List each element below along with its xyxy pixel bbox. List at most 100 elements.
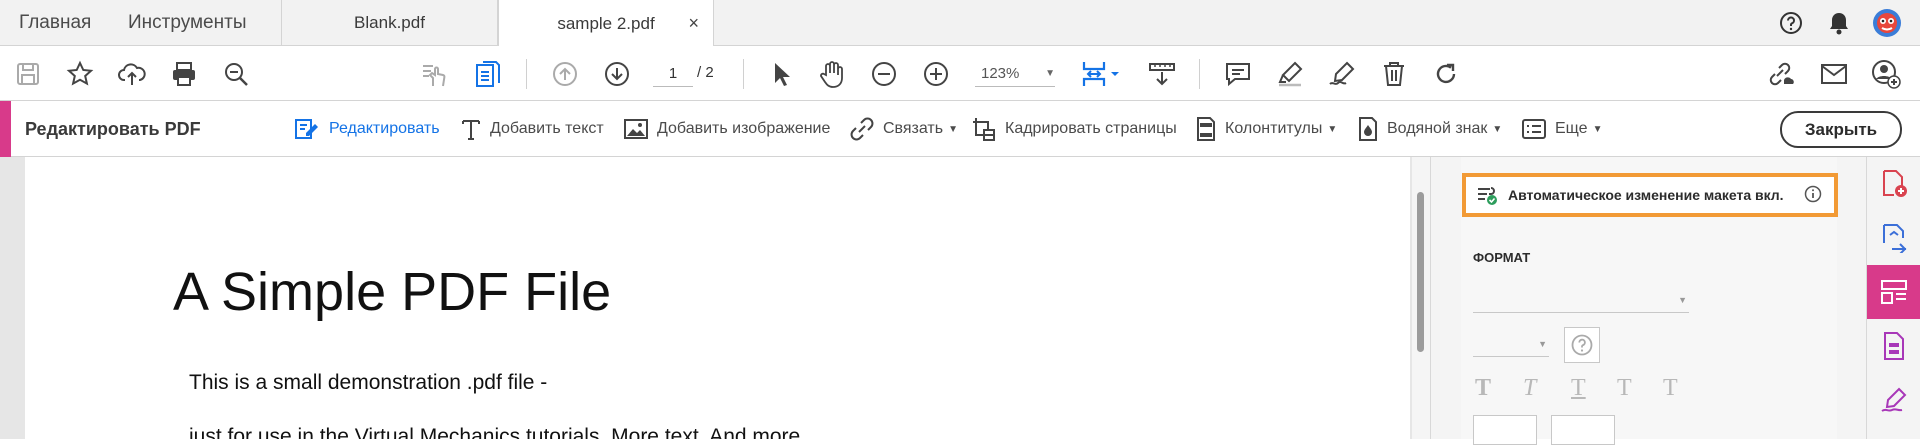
- organize-pages-icon[interactable]: [1867, 319, 1920, 373]
- tab-document-blank[interactable]: Blank.pdf: [281, 0, 498, 46]
- underline-text-button[interactable]: T: [1571, 375, 1586, 402]
- image-icon: [624, 119, 648, 139]
- edit-pdf-icon[interactable]: [1867, 265, 1920, 319]
- subscript-text-button[interactable]: T: [1663, 375, 1678, 402]
- chevron-down-icon: ▼: [1538, 339, 1547, 349]
- edit-toolbar: Редактировать PDF Редактировать Добавить…: [0, 101, 1920, 157]
- font-size-select[interactable]: ▼: [1473, 333, 1549, 357]
- select-arrow-icon[interactable]: [765, 58, 797, 90]
- zoom-out-icon[interactable]: [868, 58, 900, 90]
- vertical-scrollbar[interactable]: [1412, 157, 1430, 439]
- save-icon[interactable]: [12, 58, 44, 90]
- link-icon: [850, 117, 874, 141]
- toolbar-separator: [526, 59, 527, 89]
- font-family-select[interactable]: ▼: [1473, 289, 1689, 313]
- numbered-list-select[interactable]: [1551, 415, 1615, 445]
- auto-reflow-label: Автоматическое изменение макета вкл.: [1508, 187, 1784, 203]
- page-total: / 2: [697, 64, 714, 81]
- bullet-list-select[interactable]: [1473, 415, 1537, 445]
- export-pdf-icon[interactable]: [1867, 211, 1920, 265]
- hand-tool-icon[interactable]: [816, 58, 848, 90]
- add-user-icon[interactable]: [1870, 58, 1902, 90]
- toolbar-separator: [743, 59, 744, 89]
- tab-home-label: Главная: [19, 12, 92, 33]
- pdf-paragraph: just for use in the Virtual Mechanics tu…: [189, 425, 801, 439]
- crop-pages-button[interactable]: Кадрировать страницы: [971, 115, 1177, 143]
- info-icon[interactable]: [1804, 185, 1822, 206]
- crop-pages-label: Кадрировать страницы: [1005, 120, 1177, 137]
- main-toolbar: / 2 123% ▼: [0, 46, 1920, 101]
- sign-icon[interactable]: [1326, 58, 1358, 90]
- cloud-upload-icon[interactable]: [116, 58, 148, 90]
- close-button[interactable]: Закрыть: [1780, 111, 1902, 148]
- tab-tools-label: Инструменты: [128, 12, 247, 33]
- zoom-value: 123%: [981, 65, 1020, 82]
- zoom-select[interactable]: 123% ▼: [975, 61, 1055, 87]
- help-icon[interactable]: [1776, 8, 1806, 38]
- bold-text-button[interactable]: T: [1475, 375, 1491, 402]
- email-icon[interactable]: [1818, 58, 1850, 90]
- rotate-icon[interactable]: [1430, 58, 1462, 90]
- zoom-search-icon[interactable]: [220, 58, 252, 90]
- prev-page-icon[interactable]: [549, 58, 581, 90]
- text-icon: [462, 120, 480, 140]
- chevron-down-icon: ▼: [1592, 123, 1603, 135]
- tab-bar: Главная Инструменты Blank.pdf sample 2.p…: [0, 0, 1920, 47]
- format-panel: Автоматическое изменение макета вкл. ФОР…: [1430, 157, 1866, 445]
- create-pdf-icon[interactable]: [1867, 157, 1920, 211]
- format-section-label: ФОРМАТ: [1473, 250, 1531, 265]
- share-link-icon[interactable]: [1764, 58, 1796, 90]
- add-text-button[interactable]: Добавить текст: [460, 115, 604, 143]
- header-footer-button[interactable]: Колонтитулы ▼: [1195, 115, 1337, 143]
- watermark-button[interactable]: Водяной знак ▼: [1357, 115, 1502, 143]
- tab-tools[interactable]: Инструменты: [128, 0, 246, 46]
- avatar[interactable]: [1872, 8, 1902, 38]
- auto-reflow-toggle[interactable]: Автоматическое изменение макета вкл.: [1462, 173, 1838, 217]
- pdf-page[interactable]: A Simple PDF File This is a small demons…: [25, 157, 1410, 439]
- print-icon[interactable]: [168, 58, 200, 90]
- pdf-title: A Simple PDF File: [173, 262, 612, 322]
- fill-sign-icon[interactable]: [1867, 373, 1920, 427]
- chevron-down-icon: ▼: [948, 123, 958, 135]
- crop-icon: [973, 118, 995, 141]
- edit-toolbar-title: Редактировать PDF: [25, 119, 201, 139]
- watermark-label: Водяной знак: [1387, 120, 1488, 137]
- edit-button-label: Редактировать: [329, 120, 440, 137]
- chevron-down-icon: ▼: [1045, 68, 1055, 79]
- tab-home[interactable]: Главная: [19, 0, 91, 46]
- chevron-down-icon: ▼: [1678, 295, 1687, 305]
- tab-document-label: sample 2.pdf: [557, 13, 655, 33]
- next-page-icon[interactable]: [601, 58, 633, 90]
- page-number-input[interactable]: [653, 61, 693, 87]
- superscript-text-button[interactable]: T: [1617, 375, 1632, 402]
- add-image-button[interactable]: Добавить изображение: [623, 115, 830, 143]
- link-label: Связать: [883, 120, 944, 137]
- toolbar-separator: [1199, 59, 1200, 89]
- chevron-down-icon: ▼: [1492, 123, 1503, 135]
- chevron-down-icon: ▼: [1327, 123, 1338, 135]
- touch-mode-icon[interactable]: [418, 58, 450, 90]
- list-icon: [1522, 119, 1546, 139]
- close-icon[interactable]: ×: [688, 13, 699, 34]
- scroll-mode-icon[interactable]: [1146, 58, 1178, 90]
- help-icon[interactable]: [1564, 327, 1600, 363]
- trash-icon[interactable]: [1378, 58, 1410, 90]
- bell-icon[interactable]: [1824, 8, 1854, 38]
- link-button[interactable]: Связать ▼: [849, 115, 958, 143]
- edit-button[interactable]: Редактировать: [293, 115, 440, 143]
- document-edit-icon[interactable]: [472, 58, 504, 90]
- italic-text-button[interactable]: T: [1523, 375, 1536, 402]
- fit-page-icon[interactable]: [1078, 58, 1124, 90]
- pdf-paragraph: This is a small demonstration .pdf file …: [189, 371, 548, 394]
- tab-document-sample2[interactable]: sample 2.pdf ×: [498, 0, 714, 47]
- add-text-label: Добавить текст: [490, 120, 604, 137]
- more-button[interactable]: Еще ▼: [1521, 115, 1602, 143]
- zoom-in-icon[interactable]: [920, 58, 952, 90]
- header-footer-icon: [1197, 117, 1215, 141]
- more-label: Еще: [1555, 120, 1588, 137]
- scrollbar-thumb[interactable]: [1417, 192, 1424, 352]
- highlighter-icon[interactable]: [1274, 58, 1306, 90]
- comment-icon[interactable]: [1222, 58, 1254, 90]
- document-area: A Simple PDF File This is a small demons…: [0, 157, 1430, 439]
- star-icon[interactable]: [64, 58, 96, 90]
